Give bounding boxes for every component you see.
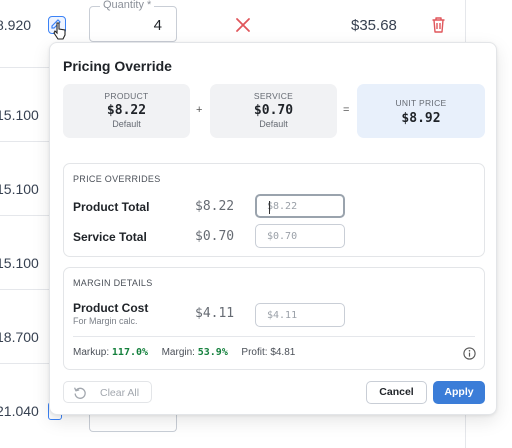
- card-sub: Default: [259, 119, 288, 129]
- input-placeholder: $8.22: [267, 201, 298, 212]
- margin-details-section: MARGIN DETAILS Product Cost For Margin c…: [63, 267, 485, 370]
- apply-button[interactable]: Apply: [433, 381, 485, 404]
- input-placeholder: $4.11: [267, 310, 298, 321]
- product-cost-label: Product Cost: [73, 301, 149, 315]
- quantity-field[interactable]: Quantity * 4: [89, 0, 177, 42]
- equals-operator: =: [343, 104, 350, 116]
- product-total-value: $8.22: [195, 199, 235, 214]
- markup-label: Markup:: [73, 347, 110, 358]
- pointer-cursor-icon: [53, 22, 66, 40]
- profit-label: Profit:: [241, 347, 268, 358]
- product-total-input[interactable]: $8.22: [255, 194, 345, 218]
- unit-price-cell: 8.920: [0, 17, 32, 33]
- input-placeholder: $0.70: [267, 231, 298, 242]
- product-cost-input[interactable]: $4.11: [255, 303, 345, 327]
- section-title: PRICE OVERRIDES: [73, 174, 161, 184]
- unit-price-cell: 21.040: [0, 403, 39, 419]
- price-overrides-section: PRICE OVERRIDES Product Total $8.22 $8.2…: [63, 163, 485, 257]
- popover-title: Pricing Override: [63, 58, 172, 74]
- clear-all-label: Clear All: [100, 387, 140, 399]
- trash-icon[interactable]: [431, 16, 446, 33]
- text-caret: [269, 201, 270, 214]
- unit-price-card: UNIT PRICE $8.92: [357, 84, 485, 138]
- info-icon[interactable]: [463, 347, 476, 360]
- card-value: $8.92: [401, 111, 441, 126]
- divider: [73, 336, 475, 337]
- card-sub: Default: [112, 119, 141, 129]
- profit-value: $4.81: [270, 347, 296, 358]
- product-total-label: Product Total: [73, 200, 150, 214]
- service-price-card: SERVICE $0.70 Default: [210, 84, 337, 138]
- plus-operator: +: [196, 104, 203, 116]
- close-icon[interactable]: [235, 17, 251, 33]
- unit-price-cell: 15.100: [0, 255, 39, 271]
- reset-icon: [74, 387, 86, 399]
- cancel-button[interactable]: Cancel: [366, 381, 427, 404]
- markup-value: 117.0%: [111, 347, 149, 358]
- service-total-value: $0.70: [195, 229, 235, 244]
- line-total: $35.68: [351, 17, 397, 34]
- clear-all-button[interactable]: Clear All: [63, 381, 152, 403]
- product-cost-sub: For Margin calc.: [73, 316, 138, 326]
- unit-price-cell: 15.100: [0, 181, 39, 197]
- margin-metrics: Markup: 117.0% Margin: 53.9% Profit: $4.…: [73, 347, 295, 358]
- service-total-label: Service Total: [73, 230, 147, 244]
- unit-price-cell: 15.100: [0, 107, 39, 123]
- margin-label: Margin:: [161, 347, 195, 358]
- card-value: $0.70: [253, 103, 294, 118]
- card-value: $8.22: [106, 103, 147, 118]
- section-title: MARGIN DETAILS: [73, 278, 153, 288]
- quantity-value: 4: [153, 17, 162, 34]
- card-label: UNIT PRICE: [395, 98, 447, 108]
- product-price-card: PRODUCT $8.22 Default: [63, 84, 190, 138]
- quantity-label: Quantity *: [100, 0, 155, 11]
- margin-value: 53.9%: [197, 347, 228, 358]
- product-cost-value: $4.11: [195, 306, 235, 321]
- unit-price-cell: 18.700: [0, 329, 39, 345]
- pricing-override-popover: Pricing Override PRODUCT $8.22 Default +…: [49, 42, 497, 415]
- card-label: SERVICE: [253, 91, 294, 101]
- card-label: PRODUCT: [104, 91, 149, 101]
- service-total-input[interactable]: $0.70: [255, 224, 345, 248]
